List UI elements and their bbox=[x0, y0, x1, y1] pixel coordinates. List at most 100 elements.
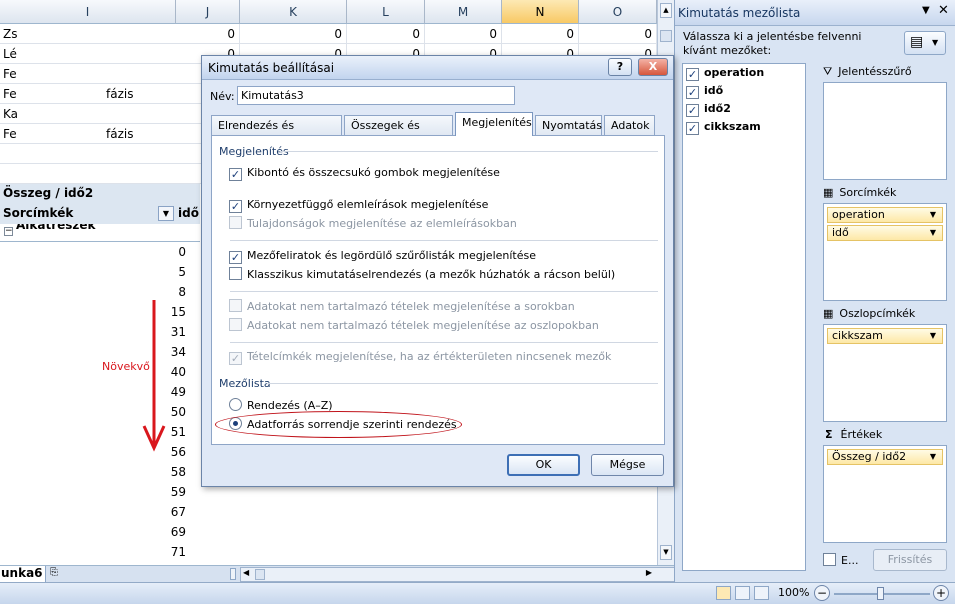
column-header-k[interactable]: K bbox=[240, 0, 347, 24]
defer-update[interactable]: E... bbox=[823, 553, 858, 567]
pivot-row-item[interactable]: 0 bbox=[0, 242, 188, 262]
values-drop-zone[interactable]: Összeg / idő2 ▼ bbox=[823, 445, 947, 543]
pivot-row-item[interactable]: 5 bbox=[0, 262, 188, 282]
row-label-cell[interactable]: Fe bbox=[0, 124, 60, 144]
value-cell[interactable]: 0 bbox=[579, 24, 657, 44]
field-checkbox[interactable]: ✓ bbox=[686, 68, 699, 81]
value-cell[interactable]: 0 bbox=[347, 24, 425, 44]
page-break-view-icon[interactable] bbox=[754, 586, 769, 600]
value-cell[interactable]: 0 bbox=[502, 24, 579, 44]
row-field-chip[interactable]: operation ▼ bbox=[827, 207, 943, 223]
sheet-tab-bar: unka6 ⎘ ◀ ▶ bbox=[0, 565, 675, 582]
group-label[interactable]: Alkatrészek bbox=[16, 224, 96, 232]
row-label-cell[interactable]: Fe bbox=[0, 84, 60, 104]
value-cell[interactable]: 0 bbox=[240, 24, 347, 44]
col-field-header[interactable]: idő bbox=[178, 206, 199, 220]
field-item[interactable]: ✓ cikkszam bbox=[686, 120, 761, 135]
scroll-down-icon[interactable]: ▼ bbox=[660, 545, 672, 560]
refresh-button[interactable]: Frissítés bbox=[873, 549, 947, 571]
zoom-level[interactable]: 100% bbox=[778, 586, 809, 599]
value-cell[interactable]: 0 bbox=[425, 24, 502, 44]
checkbox[interactable]: ✓ bbox=[229, 200, 242, 213]
table-row[interactable]: Zs 0 0 0 0 0 0 bbox=[0, 24, 657, 44]
pivot-values: 0 5 8 15 31 34 40 49 50 51 56 58 59 67 69 71 bbox=[0, 242, 200, 565]
field-checkbox[interactable]: ✓ bbox=[686, 86, 699, 99]
defer-update-checkbox[interactable] bbox=[823, 553, 836, 566]
hscroll-thumb[interactable] bbox=[255, 569, 265, 580]
rows-drop-zone[interactable]: operation ▼ idő ▼ bbox=[823, 203, 947, 301]
column-header-i[interactable]: I bbox=[0, 0, 176, 24]
pivot-title[interactable]: Összeg / idő2 bbox=[3, 186, 93, 200]
checkbox bbox=[229, 318, 242, 331]
tab-data[interactable]: Adatok bbox=[604, 115, 655, 136]
tab-totals-filters[interactable]: Összegek és szűrők bbox=[344, 115, 453, 151]
zoom-in-icon[interactable]: + bbox=[933, 585, 949, 601]
close-button[interactable]: X bbox=[638, 58, 668, 76]
row-label-cell[interactable]: Lé bbox=[0, 44, 60, 64]
cols-drop-zone[interactable]: cikkszam ▼ bbox=[823, 324, 947, 422]
filter-drop-zone[interactable] bbox=[823, 82, 947, 180]
value-cell[interactable]: 0 bbox=[176, 24, 240, 44]
checkbox[interactable] bbox=[229, 267, 242, 280]
insert-sheet-icon[interactable]: ⎘ bbox=[50, 567, 68, 581]
ok-button[interactable]: OK bbox=[507, 454, 580, 476]
row-labels-header[interactable]: Sorcímkék bbox=[3, 206, 73, 220]
column-header-o[interactable]: O bbox=[579, 0, 657, 24]
row-label-cell[interactable]: Ka bbox=[0, 104, 60, 124]
cancel-button[interactable]: Mégse bbox=[591, 454, 664, 476]
sheet-tab[interactable]: unka6 bbox=[0, 566, 46, 582]
collapse-icon[interactable]: − bbox=[4, 227, 13, 236]
tab-printing[interactable]: Nyomtatás bbox=[535, 115, 602, 136]
option-field-captions[interactable]: ✓ Mezőfeliratok és legördülő szűrőlisták … bbox=[229, 248, 536, 264]
help-button[interactable]: ? bbox=[608, 58, 632, 76]
filter-icon: ⛛ bbox=[823, 65, 833, 78]
option-expand-collapse[interactable]: ✓ Kibontó és összecsukó gombok megjelenít… bbox=[229, 165, 500, 181]
highlight-ellipse bbox=[215, 411, 462, 438]
layout-options-button[interactable]: ▤ ▼ bbox=[904, 31, 946, 55]
horizontal-scrollbar[interactable]: ◀ ▶ bbox=[240, 567, 675, 582]
column-field-chip[interactable]: cikkszam ▼ bbox=[827, 328, 943, 344]
pane-close-icon[interactable]: ✕ bbox=[938, 3, 949, 18]
pivot-row-item[interactable]: 59 bbox=[0, 482, 188, 502]
column-header-j[interactable]: J bbox=[176, 0, 240, 24]
pivot-row-item[interactable]: 58 bbox=[0, 462, 188, 482]
page-layout-view-icon[interactable] bbox=[735, 586, 750, 600]
row-label-cell[interactable]: Fe bbox=[0, 64, 60, 84]
pivot-row-item[interactable]: 67 bbox=[0, 502, 188, 522]
tab-display[interactable]: Megjelenítés bbox=[455, 112, 533, 136]
option-empty-rows: Adatokat nem tartalmazó tételek megjelen… bbox=[229, 299, 575, 315]
scroll-thumb[interactable] bbox=[660, 30, 672, 42]
pivot-row-item[interactable]: 71 bbox=[0, 542, 188, 562]
normal-view-icon[interactable] bbox=[716, 586, 731, 600]
checkbox[interactable]: ✓ bbox=[229, 251, 242, 264]
values-area-header: Σ Értékek bbox=[825, 428, 882, 441]
field-checkbox[interactable]: ✓ bbox=[686, 104, 699, 117]
tab-layout-format[interactable]: Elrendezés és formátum bbox=[211, 115, 342, 151]
field-checkbox[interactable]: ✓ bbox=[686, 122, 699, 135]
value-field-chip[interactable]: Összeg / idő2 ▼ bbox=[827, 449, 943, 465]
dialog-title-bar[interactable]: Kimutatás beállításai ? X bbox=[202, 56, 673, 80]
option-classic-layout[interactable]: Klasszikus kimutatáselrendezés (a mezők … bbox=[229, 267, 615, 283]
column-header-l[interactable]: L bbox=[347, 0, 425, 24]
scroll-left-icon[interactable]: ◀ bbox=[243, 568, 249, 577]
zoom-slider-thumb[interactable] bbox=[877, 587, 884, 600]
field-item[interactable]: ✓ idő bbox=[686, 84, 723, 99]
pane-options-dropdown-icon[interactable]: ▼ bbox=[922, 5, 930, 16]
name-input[interactable]: Kimutatás3 bbox=[237, 86, 515, 105]
checkbox: ✓ bbox=[229, 352, 242, 365]
column-header-m[interactable]: M bbox=[425, 0, 502, 24]
option-contextual-tooltips[interactable]: ✓ Környezetfüggő elemleírások megjeleníté… bbox=[229, 197, 488, 213]
field-item[interactable]: ✓ operation bbox=[686, 66, 764, 81]
scroll-up-icon[interactable]: ▲ bbox=[660, 3, 672, 18]
zoom-out-icon[interactable]: − bbox=[814, 585, 830, 601]
row-field-chip[interactable]: idő ▼ bbox=[827, 225, 943, 241]
row-label-cell[interactable]: Zs bbox=[0, 24, 60, 44]
pivot-row-item[interactable]: 69 bbox=[0, 522, 188, 542]
checkbox[interactable]: ✓ bbox=[229, 168, 242, 181]
scroll-right-icon[interactable]: ▶ bbox=[646, 568, 652, 577]
row-filter-dropdown-icon[interactable]: ▼ bbox=[158, 206, 174, 221]
radio[interactable] bbox=[229, 398, 242, 411]
column-header-n[interactable]: N bbox=[502, 0, 579, 24]
tab-split-handle[interactable] bbox=[230, 568, 236, 580]
field-item[interactable]: ✓ idő2 bbox=[686, 102, 731, 117]
